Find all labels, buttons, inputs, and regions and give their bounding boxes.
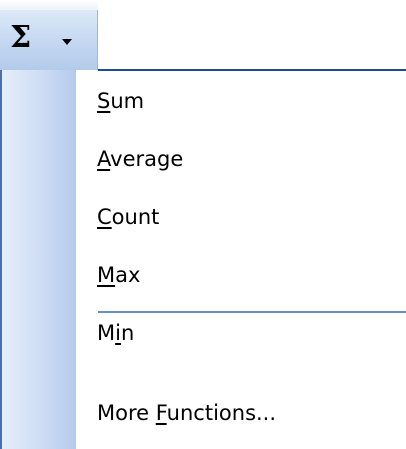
sigma-icon: Σ	[10, 20, 32, 55]
menu-top-border	[98, 69, 406, 71]
menu-separator	[98, 311, 406, 313]
menu-item-label: Average	[97, 147, 184, 171]
menu-item-max[interactable]: Max	[76, 248, 406, 306]
toolbar-top-edge	[0, 0, 98, 10]
menu-item-sum[interactable]: Sum	[76, 74, 406, 132]
autosum-dropdown: Σ Sum Average Count Max Min More Functio…	[0, 0, 406, 449]
menu-left-border	[0, 70, 2, 449]
menu-item-average[interactable]: Average	[76, 132, 406, 190]
menu-item-more-functions[interactable]: More Functions...	[76, 386, 406, 444]
menu-icon-gutter	[2, 70, 76, 449]
menu-item-label: Max	[97, 263, 141, 287]
functions-menu: Sum Average Count Max Min More Functions…	[0, 70, 406, 449]
menu-item-min[interactable]: Min	[76, 306, 406, 364]
menu-item-label: More Functions...	[97, 401, 277, 425]
menu-item-label: Sum	[97, 89, 145, 113]
menu-item-label: Min	[97, 321, 135, 345]
autosum-button[interactable]: Σ	[0, 10, 98, 70]
chevron-down-icon[interactable]	[62, 39, 72, 45]
menu-item-count[interactable]: Count	[76, 190, 406, 248]
menu-item-label: Count	[97, 205, 160, 229]
